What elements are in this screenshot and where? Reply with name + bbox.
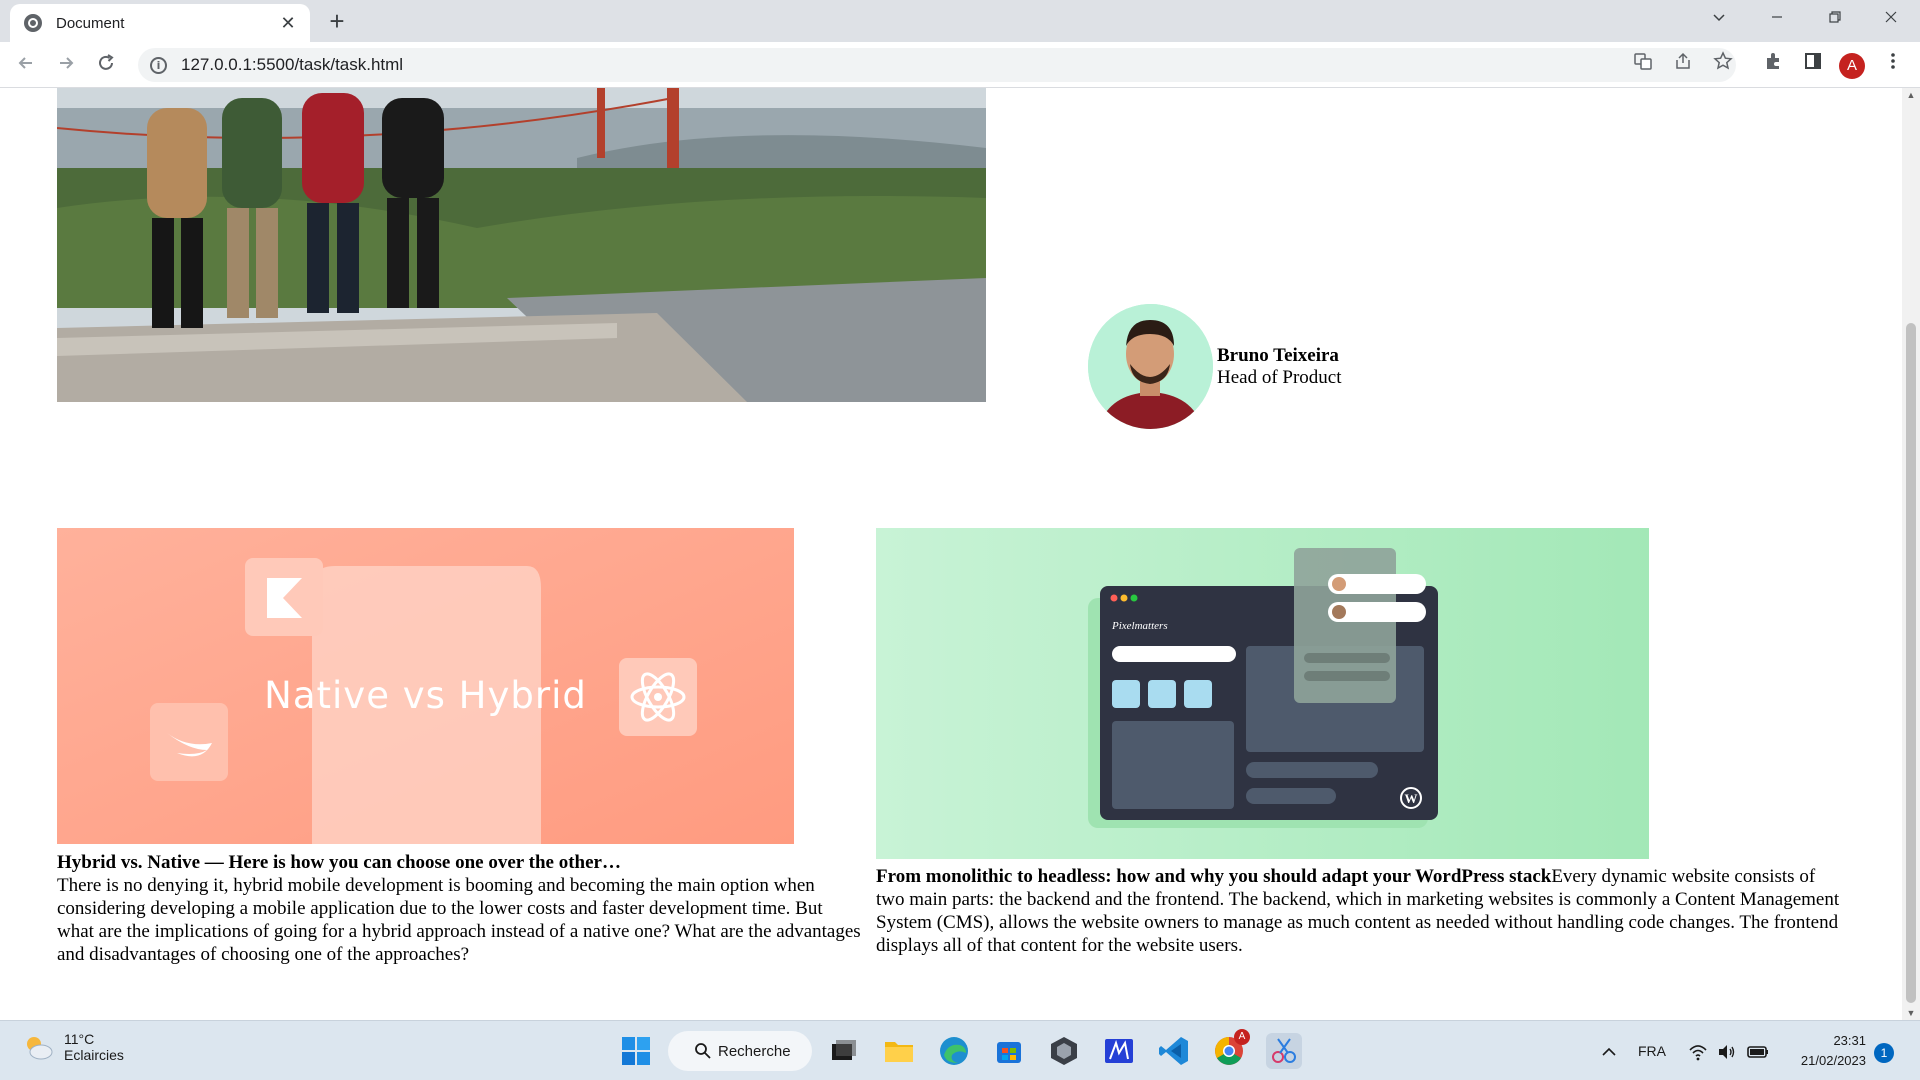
article-card-1-text: Hybrid vs. Native — Here is how you can … (57, 851, 863, 966)
weather-condition: Eclaircies (64, 1047, 124, 1063)
kotlin-icon (245, 558, 323, 636)
windows-start-icon[interactable] (618, 1033, 654, 1069)
globe-icon (24, 14, 42, 32)
tab-title: Document (56, 14, 125, 32)
image-brand-text: Pixelmatters (1112, 620, 1168, 632)
task-view-icon[interactable] (826, 1033, 862, 1069)
weather-icon (22, 1031, 54, 1063)
back-icon[interactable] (10, 50, 42, 82)
wifi-icon[interactable] (1688, 1021, 1708, 1080)
search-icon (695, 1043, 711, 1059)
browser-tab[interactable]: Document ✕ (10, 4, 310, 42)
person-role: Head of Product (1217, 366, 1342, 388)
show-hidden-icons-icon[interactable] (1600, 1021, 1618, 1080)
taskbar: 11°C Eclaircies Recherche A FRA 23:31 21… (0, 1020, 1920, 1080)
image-caption: Native vs Hybrid (264, 674, 587, 717)
notification-badge[interactable]: 1 (1874, 1043, 1894, 1063)
forward-icon[interactable] (50, 50, 82, 82)
edge-icon[interactable] (936, 1033, 972, 1069)
translate-icon[interactable] (1628, 50, 1658, 80)
address-bar[interactable]: i 127.0.0.1:5500/task/task.html (138, 48, 1736, 82)
weather-temperature: 11°C (64, 1031, 95, 1047)
vscode-icon[interactable] (1156, 1033, 1192, 1069)
close-window-icon[interactable] (1862, 0, 1920, 42)
article-body: There is no denying it, hybrid mobile de… (57, 875, 861, 965)
menu-icon[interactable] (1878, 50, 1908, 80)
file-explorer-icon[interactable] (881, 1033, 917, 1069)
unity-icon[interactable] (1046, 1033, 1082, 1069)
article-title[interactable]: From monolithic to headless: how and why… (876, 866, 1551, 887)
page-viewport: Bruno Teixeira Head of Product Native vs… (0, 88, 1902, 1020)
scroll-thumb[interactable] (1906, 323, 1916, 1003)
browser-toolbar: i 127.0.0.1:5500/task/task.html A (0, 42, 1920, 88)
snipping-tool-icon[interactable] (1266, 1033, 1302, 1069)
clock-date: 21/02/2023 (1800, 1053, 1866, 1068)
battery-icon[interactable] (1746, 1021, 1770, 1080)
scroll-down-icon[interactable]: ▼ (1906, 1008, 1916, 1018)
avatar (1088, 304, 1213, 429)
article-card-2-text: From monolithic to headless: how and why… (876, 865, 1846, 957)
app-icon[interactable] (1101, 1033, 1137, 1069)
reload-icon[interactable] (90, 50, 122, 82)
plus-icon[interactable]: + (322, 6, 352, 36)
chevron-down-icon[interactable] (1690, 0, 1748, 42)
url-text: 127.0.0.1:5500/task/task.html (181, 55, 404, 74)
info-icon[interactable]: i (150, 56, 167, 74)
taskbar-search[interactable]: Recherche (668, 1031, 812, 1071)
system-clock[interactable]: 23:31 21/02/2023 (1788, 1031, 1866, 1071)
person-name: Bruno Teixeira (1217, 344, 1339, 366)
search-label: Recherche (718, 1042, 791, 1060)
close-icon[interactable]: ✕ (278, 13, 298, 34)
share-icon[interactable] (1668, 50, 1698, 80)
maximize-icon[interactable] (1806, 0, 1864, 42)
extensions-icon[interactable] (1758, 50, 1788, 80)
sidepanel-icon[interactable] (1798, 50, 1828, 80)
page-scrollbar[interactable]: ▲ ▼ (1902, 88, 1920, 1020)
volume-icon[interactable] (1716, 1021, 1736, 1080)
minimize-icon[interactable] (1748, 0, 1806, 42)
profile-avatar[interactable]: A (1839, 53, 1865, 79)
article-image-wordpress[interactable]: W Pixelmatters (876, 528, 1649, 859)
star-icon[interactable] (1708, 50, 1738, 80)
language-indicator[interactable]: FRA (1638, 1021, 1666, 1080)
profile-card: Bruno Teixeira Head of Product (1088, 304, 1342, 429)
chrome-badge: A (1234, 1029, 1250, 1045)
team-photo (57, 88, 986, 402)
weather-widget[interactable]: 11°C Eclaircies (22, 1031, 124, 1063)
chrome-icon[interactable]: A (1211, 1029, 1250, 1069)
browser-titlebar: Document ✕ + (0, 0, 1920, 42)
svg-text:W: W (1405, 791, 1418, 806)
clock-time: 23:31 (1833, 1033, 1866, 1048)
scroll-up-icon[interactable]: ▲ (1906, 90, 1916, 100)
article-image-native-vs-hybrid[interactable]: Native vs Hybrid (57, 528, 794, 844)
store-icon[interactable] (991, 1033, 1027, 1069)
article-title[interactable]: Hybrid vs. Native — Here is how you can … (57, 852, 621, 873)
